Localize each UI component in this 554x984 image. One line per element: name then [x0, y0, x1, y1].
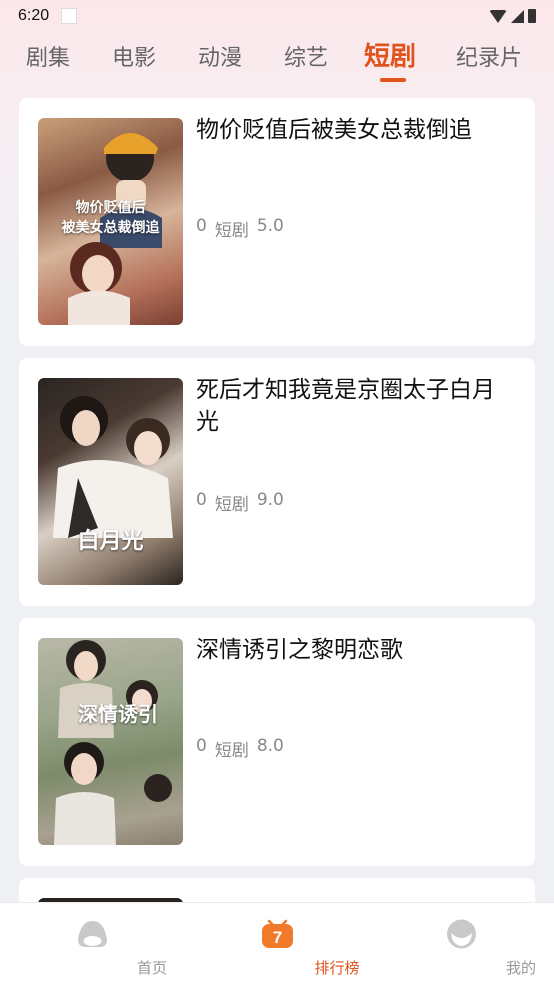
- status-bar: 6:20: [0, 0, 554, 32]
- nav-profile[interactable]: 我的: [401, 903, 536, 984]
- poster-image[interactable]: 深情诱引: [38, 638, 183, 845]
- item-count: 0: [196, 216, 207, 236]
- item-count: 0: [196, 736, 207, 756]
- item-score: 9.0: [256, 490, 284, 510]
- nav-home-label: 首页: [136, 959, 167, 977]
- list-item[interactable]: 物价贬值后 被美女总裁倒追 物价贬值后被美女总裁倒追 0 短剧 5.0: [19, 98, 535, 346]
- item-title[interactable]: 死后才知我竟是京圈太子白月光: [196, 374, 516, 438]
- item-category: 短剧: [214, 221, 249, 241]
- item-title[interactable]: 深情诱引之黎明恋歌: [196, 634, 516, 666]
- item-meta: 0 短剧 8.0: [196, 736, 284, 761]
- signal-icon: [511, 9, 524, 23]
- poster-art: [54, 640, 172, 845]
- tab-short-drama[interactable]: 短剧: [364, 36, 416, 73]
- bottom-navigation: 首页 7 排行榜 我的: [0, 902, 554, 984]
- poster-image[interactable]: 物价贬值后 被美女总裁倒追: [38, 118, 183, 325]
- nav-profile-label: 我的: [505, 959, 536, 977]
- item-title[interactable]: 物价贬值后被美女总裁倒追: [196, 114, 516, 146]
- list-item[interactable]: 深情诱引 深情诱引之黎明恋歌 0 短剧 8.0: [19, 618, 535, 866]
- nav-ranking[interactable]: 7 排行榜: [217, 903, 360, 984]
- status-time: 6:20: [18, 7, 50, 24]
- item-score: 8.0: [256, 736, 284, 756]
- tab-tv-series[interactable]: 剧集: [26, 40, 70, 72]
- ranking-badge: 7: [273, 928, 282, 947]
- poster-caption: 物价贬值后 被美女总裁倒追: [61, 200, 160, 236]
- category-tabs: 剧集 电影 动漫 综艺 短剧 纪录片: [0, 36, 554, 90]
- poster-image[interactable]: 白月光: [38, 378, 183, 585]
- tab-movies[interactable]: 电影: [112, 40, 156, 72]
- wifi-icon: [489, 9, 507, 23]
- notification-icon: [61, 8, 78, 24]
- nav-ranking-label: 排行榜: [314, 959, 360, 977]
- home-icon: [78, 921, 107, 947]
- profile-icon: [447, 919, 476, 949]
- tab-variety[interactable]: 综艺: [284, 40, 328, 72]
- status-indicators: [489, 9, 536, 23]
- item-meta: 0 短剧 9.0: [196, 490, 284, 515]
- item-meta: 0 短剧 5.0: [196, 216, 284, 241]
- battery-icon: [528, 9, 536, 23]
- poster-caption: 白月光: [77, 528, 144, 554]
- item-category: 短剧: [214, 495, 249, 515]
- active-tab-indicator: [380, 78, 406, 82]
- list-item[interactable]: 白月光 死后才知我竟是京圈太子白月光 0 短剧 9.0: [19, 358, 535, 606]
- tab-anime[interactable]: 动漫: [198, 40, 242, 72]
- nav-home[interactable]: 首页: [32, 903, 167, 984]
- poster-caption: 深情诱引: [78, 702, 158, 726]
- item-count: 0: [196, 490, 207, 510]
- item-score: 5.0: [256, 216, 284, 236]
- tab-documentary[interactable]: 纪录片: [456, 40, 522, 72]
- item-category: 短剧: [214, 741, 249, 761]
- ranking-icon: 7: [262, 919, 293, 948]
